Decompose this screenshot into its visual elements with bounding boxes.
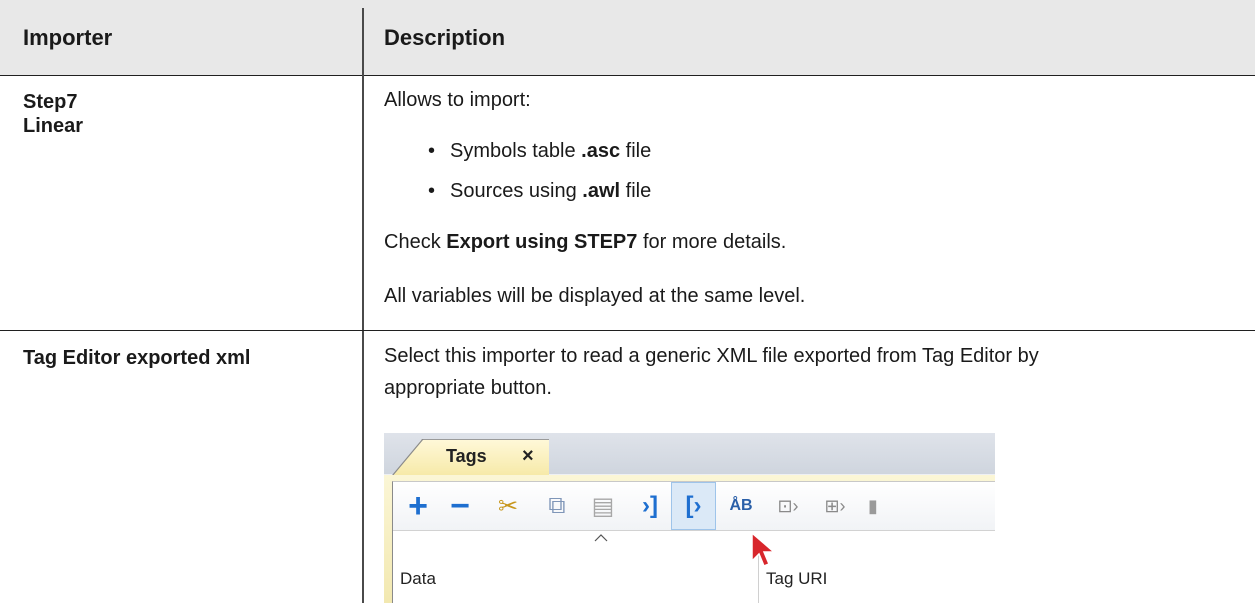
sort-arrow-icon — [594, 534, 608, 542]
tag-editor-screenshot: Tags × + − ✂ ⧉ ▤ ›] [› ÅB ⊡› ⊞› ▮ Data T… — [384, 433, 995, 603]
bullet-icon: • — [428, 140, 436, 162]
close-icon[interactable]: × — [522, 445, 534, 468]
tab-label[interactable]: Tags — [446, 446, 487, 467]
toolbar: + − ✂ ⧉ ▤ ›] [› ÅB ⊡› ⊞› ▮ — [393, 482, 995, 531]
copy-icon[interactable]: ⧉ — [540, 482, 574, 530]
paste-icon[interactable]: ▤ — [586, 482, 620, 530]
sort-ab-icon[interactable]: ÅB — [724, 482, 758, 530]
tab-edge — [392, 439, 424, 476]
rename-icon[interactable]: ⊡› — [771, 482, 805, 530]
column-header-tag-uri[interactable]: Tag URI — [766, 569, 827, 589]
more-icon[interactable]: ▮ — [863, 482, 883, 530]
header-importer: Importer — [23, 25, 113, 50]
importer-tag-editor: Tag Editor exported xml — [23, 347, 251, 369]
header-description: Description — [384, 25, 506, 50]
scissors-icon[interactable]: ✂ — [491, 482, 525, 530]
list-item: • Sources using .awl file — [428, 180, 652, 202]
importer-linear: Linear — [23, 115, 84, 137]
note-text: All variables will be displayed at the s… — [384, 285, 806, 307]
table-header: Importer Description — [0, 0, 1255, 76]
plus-icon[interactable]: + — [401, 482, 435, 530]
importer-step7: Step7 — [23, 91, 78, 113]
tag-grid — [393, 531, 995, 603]
desc-line-1: Select this importer to read a generic X… — [384, 345, 1039, 367]
bullet-icon: • — [428, 180, 436, 202]
add-rename-icon[interactable]: ⊞› — [818, 482, 852, 530]
export-link[interactable]: Export using STEP7 — [446, 231, 637, 253]
intro-text: Allows to import: — [384, 89, 531, 111]
row-divider — [0, 330, 1255, 331]
mouse-cursor-icon — [751, 531, 777, 567]
minus-icon[interactable]: − — [443, 482, 477, 530]
check-text: Check Export using STEP7 for more detail… — [384, 231, 787, 253]
import-icon[interactable]: ›] — [633, 482, 667, 530]
column-divider — [362, 8, 364, 603]
export-icon[interactable]: [› — [671, 482, 716, 530]
desc-line-2: appropriate button. — [384, 377, 552, 399]
list-item: • Symbols table .asc file — [428, 140, 652, 162]
column-header-data[interactable]: Data — [400, 569, 436, 589]
